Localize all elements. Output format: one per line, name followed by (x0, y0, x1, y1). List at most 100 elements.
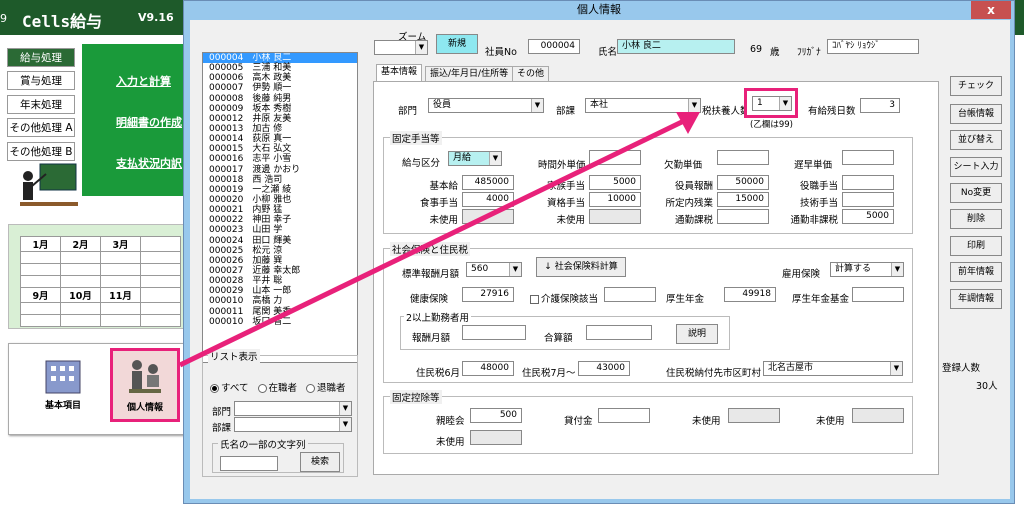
employee-list-item[interactable]: 000014 荻原 真一 (203, 134, 357, 144)
multi-total-field[interactable] (586, 325, 652, 340)
side-button-6[interactable]: 印刷 (950, 236, 1002, 256)
allowance-field[interactable]: 5000 (589, 175, 641, 190)
employee-list-item[interactable]: 000018 西 浩司 (203, 175, 357, 185)
employee-list-item[interactable]: 000019 一之瀬 綾 (203, 185, 357, 195)
nav-other-a[interactable]: その他処理 A (7, 118, 75, 137)
employee-list-item[interactable]: 000029 山本 一郎 (203, 286, 357, 296)
leave-field[interactable]: 3 (860, 98, 900, 113)
tab-transfer[interactable]: 振込/年月日/住所等 (425, 66, 514, 82)
loan-field[interactable] (598, 408, 650, 423)
side-button-8[interactable]: 年調情報 (950, 289, 1002, 309)
link-payslip[interactable]: 明細書の作成 (116, 114, 182, 130)
employee-list-item[interactable]: 000017 渡邊 かおり (203, 165, 357, 175)
unused-field-2[interactable] (852, 408, 904, 423)
employee-list-item[interactable]: 000006 高木 政美 (203, 73, 357, 83)
employment-dropdown[interactable]: 計算する ▼ (830, 262, 904, 277)
allowance-field[interactable] (842, 192, 894, 207)
name-field[interactable]: 小林 良二 (617, 39, 735, 54)
city-dropdown[interactable]: 北名古屋市 ▼ (763, 361, 903, 376)
employee-list-item[interactable]: 000011 尾関 美香 (203, 307, 357, 317)
employee-list-item[interactable]: 000009 坂本 秀樹 (203, 104, 357, 114)
employee-list-item[interactable]: 000024 田口 輝美 (203, 236, 357, 246)
allowance-field[interactable] (462, 209, 514, 224)
employee-list-item[interactable]: 000016 志平 小雪 (203, 154, 357, 164)
club-field[interactable]: 500 (470, 408, 522, 423)
pension-field[interactable]: 49918 (724, 287, 776, 302)
personal-info-button[interactable]: 個人情報 (110, 348, 180, 422)
employee-list-item[interactable]: 000012 井原 友美 (203, 114, 357, 124)
employee-list[interactable]: 000004 小林 良二 000005 三浦 和美 000006 高木 政美 0000… (202, 52, 358, 363)
filter-dept-dropdown[interactable]: ▼ (234, 401, 352, 416)
side-button-5[interactable]: 削除 (950, 209, 1002, 229)
late-rate-field[interactable] (842, 150, 894, 165)
employee-list-item[interactable]: 000028 平井 聡 (203, 276, 357, 286)
zoom-dropdown[interactable]: ▼ (374, 40, 428, 55)
res6-field[interactable]: 48000 (462, 361, 514, 376)
dept-dropdown[interactable]: 役員 ▼ (428, 98, 544, 113)
allowance-field[interactable]: 15000 (717, 192, 769, 207)
employee-list-item[interactable]: 000008 後藤 純男 (203, 94, 357, 104)
unused-field-3[interactable] (470, 430, 522, 445)
res7-field[interactable]: 43000 (578, 361, 630, 376)
insurance-calc-button[interactable]: ↓ 社会保険料計算 (536, 257, 626, 277)
allowance-field[interactable] (589, 209, 641, 224)
employee-list-item[interactable]: 000007 伊勢 順一 (203, 83, 357, 93)
allowance-field[interactable]: 485000 (462, 175, 514, 190)
fund-field[interactable] (852, 287, 904, 302)
employee-list-item[interactable]: 000026 加藤 巽 (203, 256, 357, 266)
tab-other[interactable]: その他 (512, 66, 550, 82)
radio-all[interactable] (210, 384, 219, 393)
kana-field[interactable]: ｺﾊﾞﾔｼ ﾘｮｳｼﾞ (827, 39, 919, 54)
name-search-input[interactable] (220, 456, 278, 471)
employee-list-item[interactable]: 000010 高橋 力 (203, 296, 357, 306)
unused-field-1[interactable] (728, 408, 780, 423)
employee-list-item[interactable]: 000013 加古 修 (203, 124, 357, 134)
employee-list-item[interactable]: 000015 大石 弘文 (203, 144, 357, 154)
employee-list-item[interactable]: 000021 内野 猛 (203, 205, 357, 215)
multi-pay-field[interactable] (462, 325, 526, 340)
nav-other-b[interactable]: その他処理 B (7, 142, 75, 161)
employee-list-item[interactable]: 000022 神田 幸子 (203, 215, 357, 225)
dependents-dropdown[interactable]: 1 ▼ (752, 96, 792, 111)
side-button-1[interactable]: 台帳情報 (950, 104, 1002, 124)
search-button[interactable]: 検索 (300, 452, 340, 472)
filter-section-dropdown[interactable]: ▼ (234, 417, 352, 432)
explain-button[interactable]: 説明 (676, 324, 718, 344)
employee-list-item[interactable]: 000005 三浦 和美 (203, 63, 357, 73)
link-payment-status[interactable]: 支払状況内訳 (116, 155, 182, 171)
allowance-field[interactable] (717, 209, 769, 224)
employee-list-item[interactable]: 000023 山田 学 (203, 225, 357, 235)
section-dropdown[interactable]: 本社 ▼ (585, 98, 701, 113)
allowance-field[interactable]: 50000 (717, 175, 769, 190)
link-input-calc[interactable]: 入力と計算 (116, 73, 171, 89)
new-button[interactable]: 新規 (436, 34, 478, 54)
side-button-3[interactable]: シート入力 (950, 157, 1002, 177)
overtime-rate-field[interactable] (589, 150, 641, 165)
allowance-field[interactable]: 4000 (462, 192, 514, 207)
employee-list-item[interactable]: 000020 小柳 雅也 (203, 195, 357, 205)
emp-no-field[interactable]: 000004 (528, 39, 580, 54)
tab-basic[interactable]: 基本情報 (376, 64, 423, 82)
care-checkbox[interactable] (530, 295, 539, 304)
side-button-7[interactable]: 前年情報 (950, 262, 1002, 282)
allowance-field[interactable] (842, 175, 894, 190)
employee-list-item[interactable]: 000004 小林 良二 (203, 53, 357, 64)
health-field[interactable]: 27916 (462, 287, 514, 302)
close-button[interactable]: x (971, 1, 1011, 19)
radio-retired[interactable] (306, 384, 316, 393)
absence-rate-field[interactable] (717, 150, 769, 165)
employee-list-item[interactable]: 000025 松元 涼 (203, 246, 357, 256)
employee-list-item[interactable]: 000010 坂口 省二 (203, 317, 357, 327)
allowance-field[interactable]: 10000 (589, 192, 641, 207)
pay-type-dropdown[interactable]: 月給 ▼ (448, 151, 502, 166)
nav-payroll[interactable]: 給与処理 (7, 48, 75, 67)
std-pay-dropdown[interactable]: 560 ▼ (466, 262, 522, 277)
side-button-0[interactable]: チェック (950, 76, 1002, 96)
nav-yearend[interactable]: 年末処理 (7, 95, 75, 114)
side-button-4[interactable]: No変更 (950, 183, 1002, 203)
care-field[interactable] (604, 287, 656, 302)
basic-items-button[interactable]: 基本項目 (32, 355, 94, 417)
nav-bonus[interactable]: 賞与処理 (7, 71, 75, 90)
side-button-2[interactable]: 並び替え (950, 130, 1002, 150)
allowance-field[interactable]: 5000 (842, 209, 894, 224)
